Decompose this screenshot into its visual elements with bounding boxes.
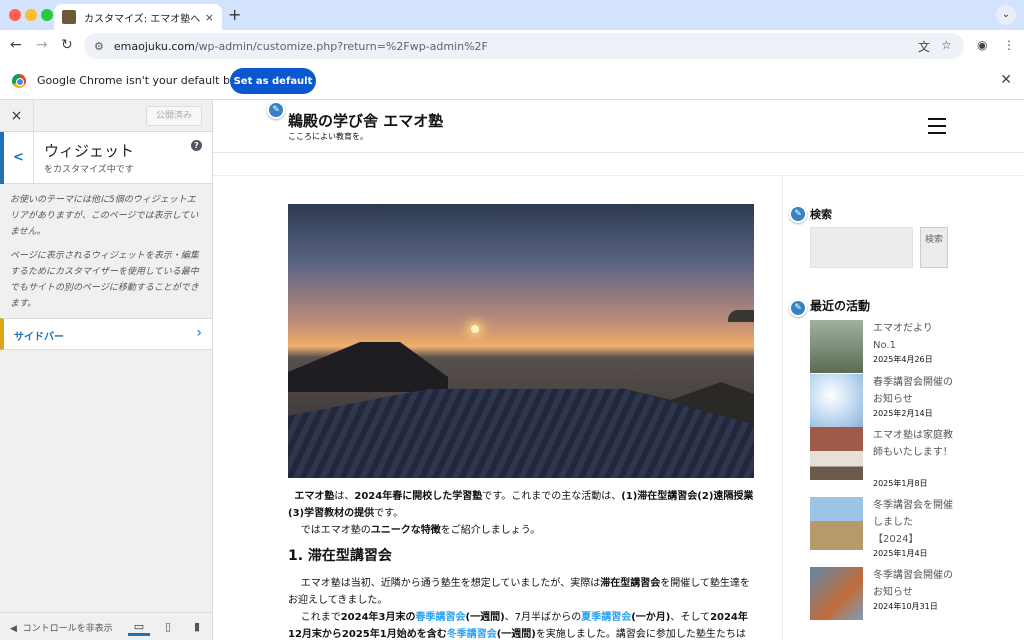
post-link[interactable]: エマオ塾は家庭教師もいたします！	[873, 427, 953, 461]
desktop-preview-icon[interactable]: ▭	[128, 618, 150, 636]
search-button[interactable]: 検索	[920, 227, 948, 268]
post-paragraph: これまで2024年3月末の春季講習会(一週間)、7月半ばからの夏季講習会(一か月…	[288, 612, 748, 640]
infobar-close-icon[interactable]: ✕	[1000, 72, 1012, 88]
help-icon[interactable]: ?	[191, 140, 202, 151]
post-date: 2025年1月4日	[873, 549, 928, 558]
summer-course-link[interactable]: 夏季講習会	[581, 612, 631, 623]
post-link[interactable]: 冬季講習会開催のお知らせ	[873, 567, 953, 601]
search-input[interactable]	[810, 227, 913, 268]
post-link[interactable]: 冬季講習会を開催しました【2024】	[873, 497, 953, 548]
post-link[interactable]: 春季講習会開催のお知らせ	[873, 374, 953, 408]
address-bar[interactable]: ⚙ emaojuku.com/wp-admin/customize.php?re…	[84, 33, 964, 59]
tab-close-icon[interactable]: ×	[205, 11, 214, 24]
spring-course-link[interactable]: 春季講習会	[416, 612, 466, 623]
tab-customize[interactable]: カスタマイズ: エマオ塾へようこそ ×	[54, 4, 222, 30]
site-tagline: こころによい教育を。	[288, 132, 368, 141]
edit-widget-pencil-icon[interactable]: ✎	[789, 205, 807, 223]
post-thumbnail[interactable]	[810, 374, 863, 427]
post-thumbnail[interactable]	[810, 567, 863, 620]
publish-button[interactable]: 公開済み	[146, 106, 202, 126]
description-paragraph: お使いのテーマには他に5個のウィジェットエリアがありますが、このページでは表示し…	[10, 195, 199, 237]
translate-icon[interactable]: 文	[918, 38, 930, 55]
zoom-window-button[interactable]	[41, 9, 53, 21]
back-arrow-icon[interactable]: ←	[10, 37, 22, 53]
post-paragraph: エマオ塾は、2024年春に開校した学習塾です。これまでの主な活動は、(1)滞在型…	[288, 491, 754, 519]
customizer-panel: × 公開済み < ウィジェット をカスタマイズ中です ? お使いのテーマには他に…	[0, 100, 213, 640]
chrome-logo-icon	[12, 74, 26, 88]
customizer-close-button[interactable]: ×	[0, 100, 34, 132]
customizer-header: × 公開済み	[0, 100, 212, 132]
post-date: 2024年10月31日	[873, 602, 938, 611]
close-window-button[interactable]	[9, 9, 21, 21]
post-paragraph: ではエマオ塾のユニークな特徴をご紹介しましょう。	[300, 525, 541, 536]
post-date: 2025年4月26日	[873, 355, 933, 364]
site-title[interactable]: 鵜殿の学び舎 エマオ塾	[288, 110, 443, 131]
set-default-button[interactable]: Set as default	[230, 68, 316, 94]
minimize-window-button[interactable]	[25, 9, 37, 21]
widget-area-sidebar[interactable]: サイドバー ›	[0, 318, 212, 350]
hide-controls-button[interactable]: ◀ コントロールを非表示	[10, 621, 122, 634]
description-paragraph: ページに表示されるウィジェットを表示・編集するためにカスタマイザーを使用している…	[10, 251, 199, 309]
section-subtitle: をカスタマイズ中です	[44, 165, 134, 175]
recent-posts-title: 最近の活動	[810, 299, 871, 313]
search-widget-title: 検索	[810, 208, 832, 221]
new-tab-button[interactable]: +	[228, 5, 241, 24]
post-link[interactable]: エマオだより No.1	[873, 320, 953, 354]
edit-shortcut-pencil-icon[interactable]: ✎	[267, 101, 285, 119]
default-browser-infobar: Google Chrome isn't your default browser…	[0, 62, 1024, 100]
widget-area-label: サイドバー	[14, 332, 64, 343]
site-header: 鵜殿の学び舎 エマオ塾 こころによい教育を。	[213, 100, 1024, 153]
post-thumbnail[interactable]	[810, 320, 863, 373]
post-paragraph: エマオ塾は当初、近隣から通う塾生を想定していましたが、実際は滞在型講習会を開催し…	[288, 578, 750, 606]
post-date: 2025年1月8日	[873, 479, 928, 488]
bookmark-star-icon[interactable]: ☆	[941, 38, 952, 52]
favicon-icon	[62, 10, 76, 24]
chevron-right-icon: ›	[196, 325, 202, 341]
forward-arrow-icon[interactable]: →	[36, 37, 48, 53]
post-date: 2025年2月14日	[873, 409, 933, 418]
tab-title: カスタマイズ: エマオ塾へようこそ	[84, 13, 201, 25]
section-title: ウィジェット	[44, 142, 135, 160]
mobile-preview-icon[interactable]: ▮	[186, 618, 208, 636]
profile-icon[interactable]: ◉	[977, 38, 987, 52]
site-preview: 鵜殿の学び舎 エマオ塾 こころによい教育を。 ✎ エマオ塾は、2024年春に開校…	[213, 100, 1024, 640]
header-divider	[213, 175, 1024, 176]
reload-icon[interactable]: ↻	[61, 37, 73, 53]
widgets-section-header: < ウィジェット をカスタマイズ中です ?	[0, 132, 212, 184]
section-description: お使いのテーマには他に5個のウィジェットエリアがありますが、このページでは表示し…	[0, 184, 212, 328]
hamburger-menu-icon[interactable]	[928, 118, 946, 139]
featured-sunset-image	[288, 204, 754, 478]
tablet-preview-icon[interactable]: ▯	[157, 618, 179, 636]
post-thumbnail[interactable]	[810, 427, 863, 480]
customizer-footer: ◀ コントロールを非表示 ▭ ▯ ▮	[0, 612, 212, 640]
winter-course-link[interactable]: 冬季講習会	[447, 629, 497, 640]
browser-toolbar: ← → ↻ ⚙ emaojuku.com/wp-admin/customize.…	[0, 30, 1024, 62]
site-info-icon[interactable]: ⚙	[94, 40, 104, 53]
back-chevron-icon[interactable]: <	[0, 132, 34, 184]
post-heading: 1. 滞在型講習会	[288, 548, 392, 564]
post-thumbnail[interactable]	[810, 497, 863, 550]
menu-kebab-icon[interactable]: ⋮	[1003, 38, 1015, 52]
tab-strip: カスタマイズ: エマオ塾へようこそ × + ⌄	[0, 0, 1024, 30]
edit-widget-pencil-icon[interactable]: ✎	[789, 299, 807, 317]
sidebar-divider	[782, 176, 783, 640]
tab-search-chevron-icon[interactable]: ⌄	[996, 5, 1016, 25]
url-text: emaojuku.com/wp-admin/customize.php?retu…	[113, 39, 488, 53]
